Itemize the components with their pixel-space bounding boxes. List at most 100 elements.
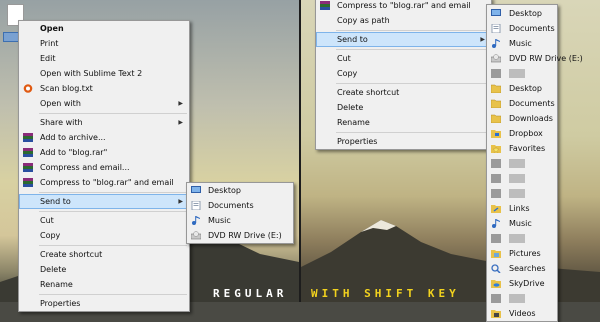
left-sendto-item-dvd-rw-drive-e[interactable]: DVD RW Drive (E:) — [187, 228, 293, 243]
left-menu-item-add-to-blog-rar[interactable]: Add to "blog.rar" — [19, 145, 189, 160]
submenu-arrow-icon: ▶ — [480, 36, 485, 43]
right-sendto-item-documents[interactable]: Documents — [487, 96, 557, 111]
right-sendto-item-music[interactable]: Music — [487, 36, 557, 51]
right-sendto-item-blurred[interactable] — [487, 171, 557, 186]
left-menu-item-cut[interactable]: Cut — [19, 213, 189, 228]
right-menu-item-copy-as-path[interactable]: Copy as path — [316, 13, 491, 31]
submenu-arrow-icon: ▶ — [178, 100, 183, 107]
menu-item-label: Delete — [337, 103, 364, 112]
right-sendto-item-blurred[interactable] — [487, 186, 557, 201]
menu-item-label: Music — [208, 216, 231, 225]
menu-item-label — [509, 234, 525, 243]
right-menu-item-compress-to-blog-rar-and-email[interactable]: Compress to "blog.rar" and email — [316, 0, 491, 13]
left-menu-item-open-with-sublime-text-2[interactable]: Open with Sublime Text 2 — [19, 66, 189, 81]
right-menu-item-delete[interactable]: Delete — [316, 100, 491, 115]
menu-item-label: Favorites — [509, 144, 546, 153]
right-sendto-item-music[interactable]: Music — [487, 216, 557, 231]
menu-item-label: Rename — [40, 280, 73, 289]
menu-item-label: Documents — [509, 99, 555, 108]
menu-item-label: Open — [40, 24, 64, 33]
right-sendto-item-dropbox[interactable]: Dropbox — [487, 126, 557, 141]
left-menu-item-compress-to-blog-rar-and-email[interactable]: Compress to "blog.rar" and email — [19, 175, 189, 193]
menu-item-label: DVD RW Drive (E:) — [509, 54, 583, 63]
menu-item-label — [509, 174, 525, 183]
right-sendto-item-skydrive[interactable]: SkyDrive — [487, 276, 557, 291]
caption-shift-key: WITH SHIFT KEY — [311, 287, 460, 300]
right-sendto-item-dvd-rw-drive-e[interactable]: DVD RW Drive (E:) — [487, 51, 583, 66]
left-sendto-item-documents[interactable]: Documents — [187, 198, 293, 213]
menu-item-label — [509, 159, 525, 168]
menu-item-label: Add to "blog.rar" — [40, 148, 108, 157]
menu-item-label: Add to archive... — [40, 133, 106, 142]
menu-item-label: Compress to "blog.rar" and email — [337, 1, 471, 10]
menu-item-label: Open with Sublime Text 2 — [40, 69, 143, 78]
left-menu-item-properties[interactable]: Properties — [19, 296, 189, 311]
menu-item-label: Properties — [40, 299, 81, 308]
left-menu-item-open[interactable]: Open — [19, 21, 189, 36]
left-menu-item-send-to[interactable]: Send to ▶ — [19, 194, 189, 212]
menu-item-label: SkyDrive — [509, 279, 545, 288]
left-sendto-item-music[interactable]: Music — [187, 213, 293, 228]
right-context-menu: Compress to "blog.rar" and email Copy as … — [315, 0, 492, 150]
menu-item-label: Print — [40, 39, 59, 48]
right-menu-item-create-shortcut[interactable]: Create shortcut — [316, 85, 491, 100]
menu-item-label: Send to — [40, 197, 71, 206]
menu-item-label: Create shortcut — [40, 250, 103, 259]
right-sendto-item-blurred[interactable] — [487, 291, 557, 306]
menu-item-label: Cut — [40, 216, 54, 225]
menu-item-label: Copy — [40, 231, 61, 240]
menu-item-label: Dropbox — [509, 129, 543, 138]
left-menu-item-rename[interactable]: Rename — [19, 277, 189, 295]
right-menu-item-properties[interactable]: Properties — [316, 134, 491, 149]
menu-item-label: Open with — [40, 99, 81, 108]
right-sendto-item-pictures[interactable]: Pictures — [487, 246, 557, 261]
right-sendto-item-blurred[interactable] — [487, 231, 557, 246]
menu-item-label: Compress and email... — [40, 163, 130, 172]
menu-item-label — [509, 189, 525, 198]
right-sendto-item-searches[interactable]: Searches — [487, 261, 557, 276]
menu-item-label: Copy as path — [337, 16, 390, 25]
right-sendto-item-favorites[interactable]: Favorites — [487, 141, 557, 156]
right-sendto-item-links[interactable]: Links — [487, 201, 557, 216]
right-sendto-item-desktop[interactable]: Desktop — [487, 6, 557, 21]
caption-regular: REGULAR — [213, 287, 288, 300]
menu-item-label: Properties — [337, 137, 378, 146]
menu-item-label — [509, 69, 525, 78]
menu-item-label: Send to — [337, 35, 368, 44]
left-menu-item-copy[interactable]: Copy — [19, 228, 189, 246]
right-menu-item-rename[interactable]: Rename — [316, 115, 491, 133]
right-menu-item-send-to[interactable]: Send to ▶ — [316, 32, 491, 50]
menu-item-label: Pictures — [509, 249, 541, 258]
right-sendto-item-videos[interactable]: Videos — [487, 306, 557, 321]
right-sendto-item-blurred[interactable] — [487, 156, 557, 171]
right-sendto-item-blurred[interactable] — [487, 66, 557, 81]
right-sendto-item-downloads[interactable]: Downloads — [487, 111, 557, 126]
left-menu-item-open-with[interactable]: Open with ▶ — [19, 96, 189, 114]
left-menu-item-add-to-archive[interactable]: Add to archive... — [19, 130, 189, 145]
menu-item-label: Edit — [40, 54, 56, 63]
submenu-arrow-icon: ▶ — [178, 198, 183, 205]
menu-item-label: Desktop — [208, 186, 241, 195]
menu-item-label: Share with — [40, 118, 83, 127]
left-menu-item-compress-and-email[interactable]: Compress and email... — [19, 160, 189, 175]
right-sendto-item-documents[interactable]: Documents — [487, 21, 557, 36]
left-sendto-item-desktop[interactable]: Desktop — [187, 183, 293, 198]
menu-item-label: Desktop — [509, 9, 542, 18]
menu-item-label: Downloads — [509, 114, 553, 123]
menu-item-label: Copy — [337, 69, 358, 78]
left-menu-item-edit[interactable]: Edit — [19, 51, 189, 66]
menu-item-label: Rename — [337, 118, 370, 127]
right-menu-item-cut[interactable]: Cut — [316, 51, 491, 66]
left-menu-item-share-with[interactable]: Share with ▶ — [19, 115, 189, 130]
submenu-arrow-icon: ▶ — [178, 119, 183, 126]
menu-item-label: Music — [509, 39, 532, 48]
left-menu-item-print[interactable]: Print — [19, 36, 189, 51]
left-menu-item-scan-blog-txt[interactable]: Scan blog.txt — [19, 81, 189, 96]
menu-item-label: Links — [509, 204, 530, 213]
right-menu-item-copy[interactable]: Copy — [316, 66, 491, 84]
left-sendto-submenu: Desktop Documents Music DVD RW Drive (E:) — [186, 182, 294, 244]
left-menu-item-delete[interactable]: Delete — [19, 262, 189, 277]
right-sendto-item-desktop[interactable]: Desktop — [487, 81, 557, 96]
left-menu-item-create-shortcut[interactable]: Create shortcut — [19, 247, 189, 262]
menu-item-label: Music — [509, 219, 532, 228]
